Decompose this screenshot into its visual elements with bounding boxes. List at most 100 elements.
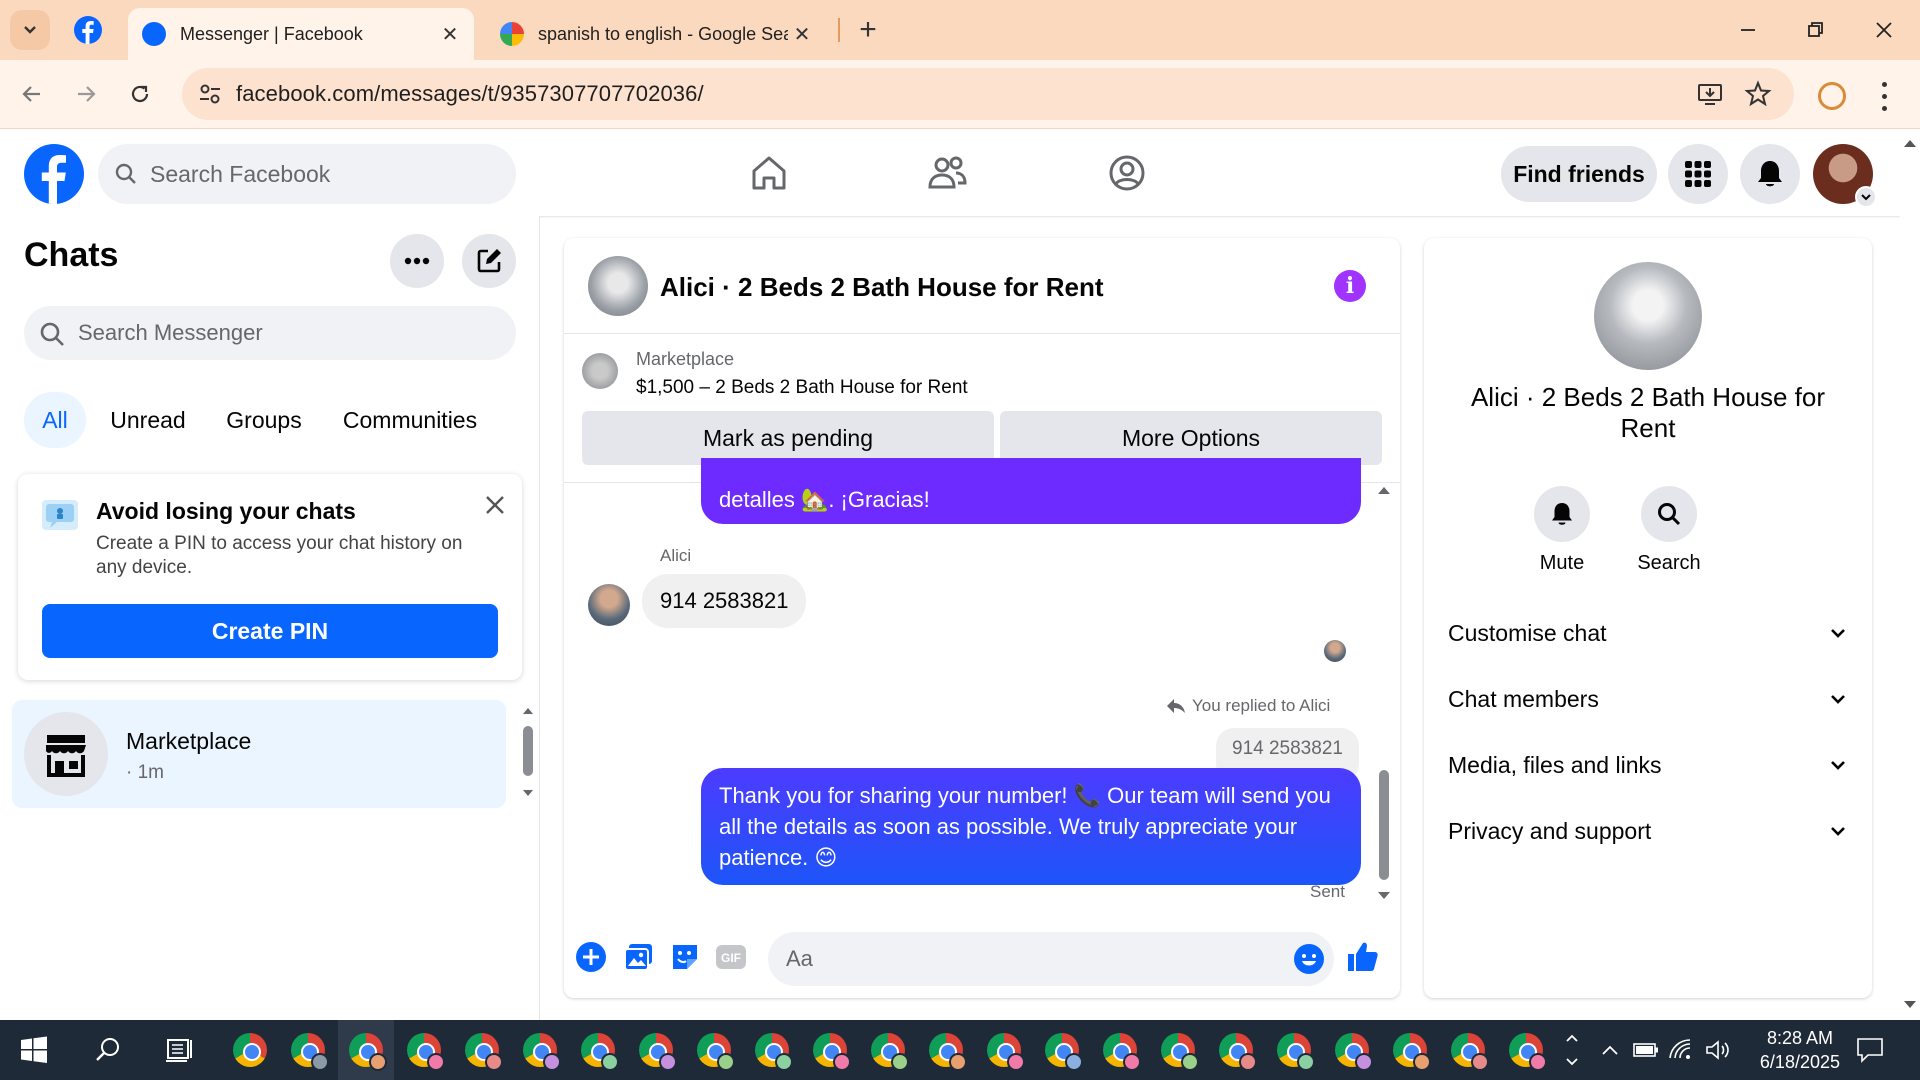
chrome-taskbar-button[interactable] (1508, 1032, 1547, 1071)
site-settings-icon[interactable] (196, 80, 224, 108)
chrome-taskbar-button[interactable] (1392, 1032, 1431, 1071)
facebook-search[interactable]: Search Facebook (98, 144, 516, 204)
close-window-button[interactable] (1864, 10, 1904, 50)
task-view-button[interactable] (162, 1032, 198, 1068)
message-input[interactable]: Aa (768, 932, 1334, 986)
chrome-taskbar-button[interactable] (928, 1032, 967, 1071)
nav-home[interactable] (744, 148, 794, 198)
chrome-profile-icon[interactable] (1818, 82, 1846, 110)
url-text[interactable]: facebook.com/messages/t/9357307707702036… (236, 81, 704, 107)
chat-list-item[interactable]: Marketplace · 1m (12, 700, 506, 808)
start-button[interactable] (16, 1032, 52, 1068)
volume-tray-icon[interactable] (1700, 1032, 1736, 1068)
close-tab-icon[interactable]: ✕ (436, 20, 464, 48)
pinned-facebook-tab[interactable] (74, 16, 102, 44)
forward-button[interactable] (66, 74, 106, 114)
mark-as-pending-button[interactable]: Mark as pending (582, 411, 994, 465)
chrome-taskbar-button[interactable] (1044, 1032, 1083, 1071)
taskbar-search-button[interactable] (90, 1032, 126, 1068)
taskbar-scroll[interactable] (1562, 1026, 1582, 1074)
menu-button[interactable] (1668, 144, 1728, 204)
new-message-button[interactable] (462, 234, 516, 288)
chrome-taskbar-button[interactable] (638, 1032, 677, 1071)
send-like-button[interactable] (1346, 940, 1380, 974)
more-actions-button[interactable] (574, 940, 608, 974)
battery-tray-icon[interactable] (1628, 1032, 1664, 1068)
conversation-title[interactable]: Alici · 2 Beds 2 Bath House for Rent (660, 272, 1104, 303)
nav-friends[interactable] (922, 148, 972, 198)
chat-options-button[interactable] (390, 234, 444, 288)
chrome-menu-icon[interactable] (1874, 78, 1894, 114)
outgoing-message[interactable]: Thank you for sharing your number! 📞 Our… (701, 768, 1361, 885)
incoming-message[interactable]: 914 2583821 (642, 574, 807, 628)
sticker-button[interactable] (668, 940, 702, 974)
chrome-taskbar-button[interactable] (1334, 1032, 1373, 1071)
nav-gaming[interactable] (1102, 148, 1152, 198)
reload-button[interactable] (120, 74, 160, 114)
mute-action[interactable]: Mute (1517, 486, 1607, 575)
find-friends-button[interactable]: Find friends (1501, 146, 1657, 202)
chrome-taskbar-button[interactable] (1450, 1032, 1489, 1071)
create-pin-button[interactable]: Create PIN (42, 604, 498, 658)
more-options-button[interactable]: More Options (1000, 411, 1382, 465)
message-scrollbar[interactable] (1374, 484, 1394, 906)
minimize-button[interactable] (1728, 10, 1768, 50)
page-scrollbar[interactable] (1900, 130, 1920, 1020)
bookmark-star-icon[interactable] (1744, 80, 1772, 108)
messenger-search[interactable]: Search Messenger (24, 306, 516, 360)
chrome-taskbar-button[interactable] (232, 1032, 268, 1068)
chrome-taskbar-button[interactable] (1218, 1032, 1257, 1071)
new-tab-button[interactable]: + (850, 12, 886, 48)
conversation-avatar[interactable] (588, 256, 648, 316)
info-icon[interactable]: i (1334, 270, 1366, 302)
gif-button[interactable]: GIF (714, 940, 748, 974)
close-icon[interactable] (478, 488, 512, 522)
chrome-taskbar-button[interactable] (696, 1032, 735, 1071)
chrome-taskbar-button[interactable] (348, 1032, 387, 1071)
scroll-thumb[interactable] (1379, 770, 1389, 880)
tab-messenger[interactable]: Messenger | Facebook ✕ (128, 8, 474, 60)
emoji-icon[interactable] (1294, 944, 1324, 974)
filter-all[interactable]: All (24, 392, 86, 448)
tab-google-search[interactable]: spanish to english - Google Sea ✕ (486, 8, 826, 60)
filter-communities[interactable]: Communities (330, 392, 490, 448)
chrome-taskbar-button[interactable] (754, 1032, 793, 1071)
sender-avatar[interactable] (588, 584, 630, 626)
close-tab-icon[interactable]: ✕ (788, 20, 816, 48)
filter-groups[interactable]: Groups (214, 392, 314, 448)
chrome-taskbar-button[interactable] (986, 1032, 1025, 1071)
search-action[interactable]: Search (1624, 486, 1714, 575)
show-hidden-icons-button[interactable] (1592, 1032, 1628, 1068)
chrome-taskbar-button[interactable] (522, 1032, 561, 1071)
filter-unread[interactable]: Unread (100, 392, 196, 448)
restore-button[interactable] (1796, 10, 1836, 50)
tab-search-button[interactable] (10, 10, 50, 50)
section-media-files-links[interactable]: Media, files and links (1448, 740, 1848, 790)
back-button[interactable] (12, 74, 52, 114)
chrome-taskbar-button[interactable] (1102, 1032, 1141, 1071)
system-clock[interactable]: 8:28 AM 6/18/2025 (1760, 1026, 1840, 1074)
listing-title[interactable]: $1,500 – 2 Beds 2 Bath House for Rent (636, 377, 968, 399)
chrome-taskbar-button[interactable] (290, 1032, 329, 1071)
section-privacy-support[interactable]: Privacy and support (1448, 806, 1848, 856)
chat-list-scrollbar[interactable] (520, 704, 536, 804)
scroll-thumb[interactable] (523, 726, 533, 776)
facebook-logo-icon[interactable] (24, 144, 84, 204)
chrome-taskbar-button[interactable] (870, 1032, 909, 1071)
section-chat-members[interactable]: Chat members (1448, 674, 1848, 724)
action-center-button[interactable] (1852, 1032, 1888, 1068)
install-app-icon[interactable] (1696, 80, 1724, 108)
network-tray-icon[interactable] (1664, 1032, 1700, 1068)
attach-photo-button[interactable] (622, 940, 656, 974)
chrome-taskbar-button[interactable] (464, 1032, 503, 1071)
outgoing-message-partial[interactable]: detalles 🏡. ¡Gracias! (701, 458, 1361, 524)
chrome-taskbar-button[interactable] (812, 1032, 851, 1071)
details-avatar[interactable] (1594, 262, 1702, 370)
chrome-taskbar-button[interactable] (1276, 1032, 1315, 1071)
chrome-taskbar-button[interactable] (406, 1032, 445, 1071)
chrome-taskbar-button[interactable] (1160, 1032, 1199, 1071)
account-avatar[interactable] (1813, 144, 1877, 208)
section-customise-chat[interactable]: Customise chat (1448, 608, 1848, 658)
address-bar[interactable]: facebook.com/messages/t/9357307707702036… (182, 68, 1794, 120)
chrome-taskbar-button[interactable] (580, 1032, 619, 1071)
